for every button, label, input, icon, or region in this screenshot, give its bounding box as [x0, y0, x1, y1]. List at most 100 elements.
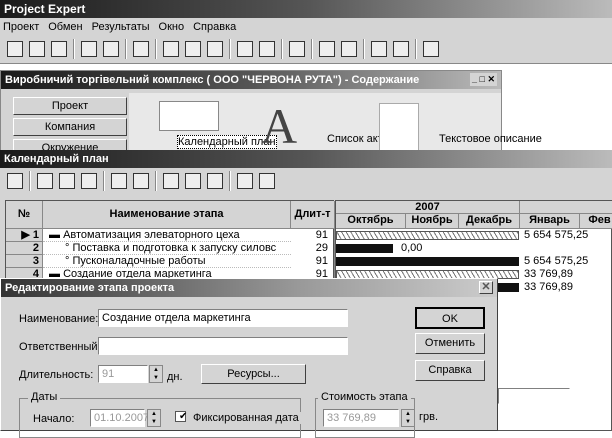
edit-report-icon[interactable] [341, 41, 357, 57]
start-date-spinner[interactable]: ▲ ▼ [147, 409, 161, 427]
zoom-in-icon[interactable] [237, 173, 253, 189]
percent-icon[interactable] [237, 41, 253, 57]
folder-icon: ▬ [49, 229, 64, 241]
open-icon[interactable] [29, 41, 45, 57]
resources-button[interactable]: Ресурсы... [201, 364, 306, 384]
menu-results[interactable]: Результаты [92, 21, 150, 33]
preview-icon[interactable] [81, 41, 97, 57]
assets-icon[interactable]: A [261, 101, 297, 151]
calendar-title: Календарный план [4, 153, 109, 165]
window-icon[interactable] [163, 41, 179, 57]
add-icon[interactable] [163, 173, 179, 189]
window-controls[interactable]: _ □ ✕ [470, 73, 497, 86]
menu-help[interactable]: Справка [193, 21, 236, 33]
start-date-input[interactable]: 01.10.2007 [90, 409, 149, 427]
text-description-icon[interactable] [379, 103, 419, 153]
stage-cost-value: 5 654 575,25 [524, 255, 589, 267]
table-row[interactable]: ° Поставка и подготовка к запуску силовс [43, 242, 291, 255]
nav-project[interactable]: Проект [13, 97, 127, 115]
row-number[interactable]: ▶ 1 [6, 229, 43, 242]
menu-project[interactable]: Проект [3, 21, 39, 33]
zoom-out-icon[interactable] [259, 173, 275, 189]
dates-group-label: Даты [28, 391, 61, 403]
stage-name: Пусконаладочные работы [72, 255, 206, 267]
cost-input[interactable]: 33 769,89 [323, 409, 399, 427]
app-title: Project Expert [4, 2, 86, 16]
delete-icon[interactable] [81, 173, 97, 189]
content-window-title-bar: Виробничий торгівельний комплекс ( ООО "… [1, 71, 501, 89]
fixed-date-label[interactable]: Фиксированная дата [190, 412, 302, 424]
calendar-title-bar: Календарный план [0, 150, 612, 168]
fixed-date-checkbox[interactable]: ✔ [175, 411, 187, 422]
stage-duration: 29 [291, 242, 335, 255]
calendar-toolbar [0, 168, 612, 196]
link-icon[interactable] [185, 173, 201, 189]
print-icon[interactable] [103, 41, 119, 57]
gantt-icon[interactable] [159, 101, 219, 131]
name-label: Наименование: [19, 313, 99, 325]
stage-cost-value: 33 769,89 [524, 268, 573, 280]
cost-spinner[interactable]: ▲ ▼ [401, 409, 415, 427]
table-row[interactable]: ▬ Автоматизация элеваторного цеха [43, 229, 291, 242]
stage-name: Поставка и подготовка к запуску силовс [72, 242, 277, 254]
cost-unit: грв. [419, 411, 439, 423]
exit-icon[interactable] [133, 41, 149, 57]
nav-company[interactable]: Компания [13, 118, 127, 136]
table-icon[interactable] [259, 41, 275, 57]
stage-cost-value: 5 654 575,25 [524, 229, 589, 241]
dialog-title: Редактирование этапа проекта [5, 282, 175, 294]
month-header: Январь [520, 214, 580, 229]
duration-spinner[interactable]: ▲ ▼ [149, 365, 163, 383]
stage-duration: 91 [291, 229, 335, 242]
sum-in-icon[interactable] [111, 173, 127, 189]
col-duration: Длит-т [291, 201, 335, 229]
month-header: Ноябрь [406, 214, 459, 229]
text-description-label[interactable]: Текстовое описание [439, 133, 542, 145]
menu-window[interactable]: Окно [159, 21, 185, 33]
content-window: Виробничий торгівельний комплекс ( ООО "… [0, 70, 542, 157]
cashflow-icon[interactable] [185, 41, 201, 57]
year-header: 2007 [336, 201, 520, 214]
gantt-bar[interactable] [336, 244, 393, 253]
background-field[interactable] [498, 388, 570, 404]
year-header-next [520, 201, 612, 214]
name-input[interactable]: Создание отдела маркетинга [98, 309, 348, 327]
ok-button[interactable]: OK [415, 307, 485, 329]
balance-icon[interactable] [207, 41, 223, 57]
sum-out-icon[interactable] [133, 173, 149, 189]
report-icon[interactable] [319, 41, 335, 57]
list-icon[interactable] [371, 41, 387, 57]
pointer-icon[interactable] [207, 173, 223, 189]
checkmark-icon[interactable] [37, 173, 53, 189]
clipboard-icon[interactable] [393, 41, 409, 57]
gantt-bar[interactable] [336, 231, 519, 240]
calc-icon[interactable] [423, 41, 439, 57]
duration-label: Длительность: [19, 369, 94, 381]
month-header: Фев [580, 214, 612, 229]
content-window-title: Виробничий торгівельний комплекс ( ООО "… [5, 74, 420, 86]
help-button[interactable]: Справка [415, 360, 485, 381]
cancel-button[interactable]: Отменить [415, 333, 485, 354]
main-toolbar [0, 36, 612, 64]
gantt-bar[interactable] [336, 257, 519, 266]
dialog-title-bar: Редактирование этапа проекта ✕ [1, 279, 497, 297]
resources-icon[interactable] [59, 173, 75, 189]
row-number[interactable]: 2 [6, 242, 43, 255]
properties-icon[interactable] [7, 173, 23, 189]
duration-input[interactable]: 91 [98, 365, 148, 383]
dialog-close-button[interactable]: ✕ [479, 281, 493, 294]
table-row[interactable]: ° Пусконаладочные работы [43, 255, 291, 268]
chart-icon[interactable] [289, 41, 305, 57]
responsible-input[interactable] [98, 337, 348, 355]
stage-cost-value: 33 769,89 [524, 281, 573, 293]
save-icon[interactable] [51, 41, 67, 57]
dates-group: Даты Начало: 01.10.2007 ▲ ▼ ✔ Фиксированн… [19, 391, 302, 438]
stage-duration: 91 [291, 255, 335, 268]
start-label: Начало: [30, 413, 78, 425]
stage-name: Автоматизация элеваторного цеха [63, 229, 240, 241]
col-number: № [6, 201, 43, 229]
menu-exchange[interactable]: Обмен [48, 21, 82, 33]
new-icon[interactable] [7, 41, 23, 57]
stage-cost-value: 0,00 [401, 242, 423, 254]
row-number[interactable]: 3 [6, 255, 43, 268]
